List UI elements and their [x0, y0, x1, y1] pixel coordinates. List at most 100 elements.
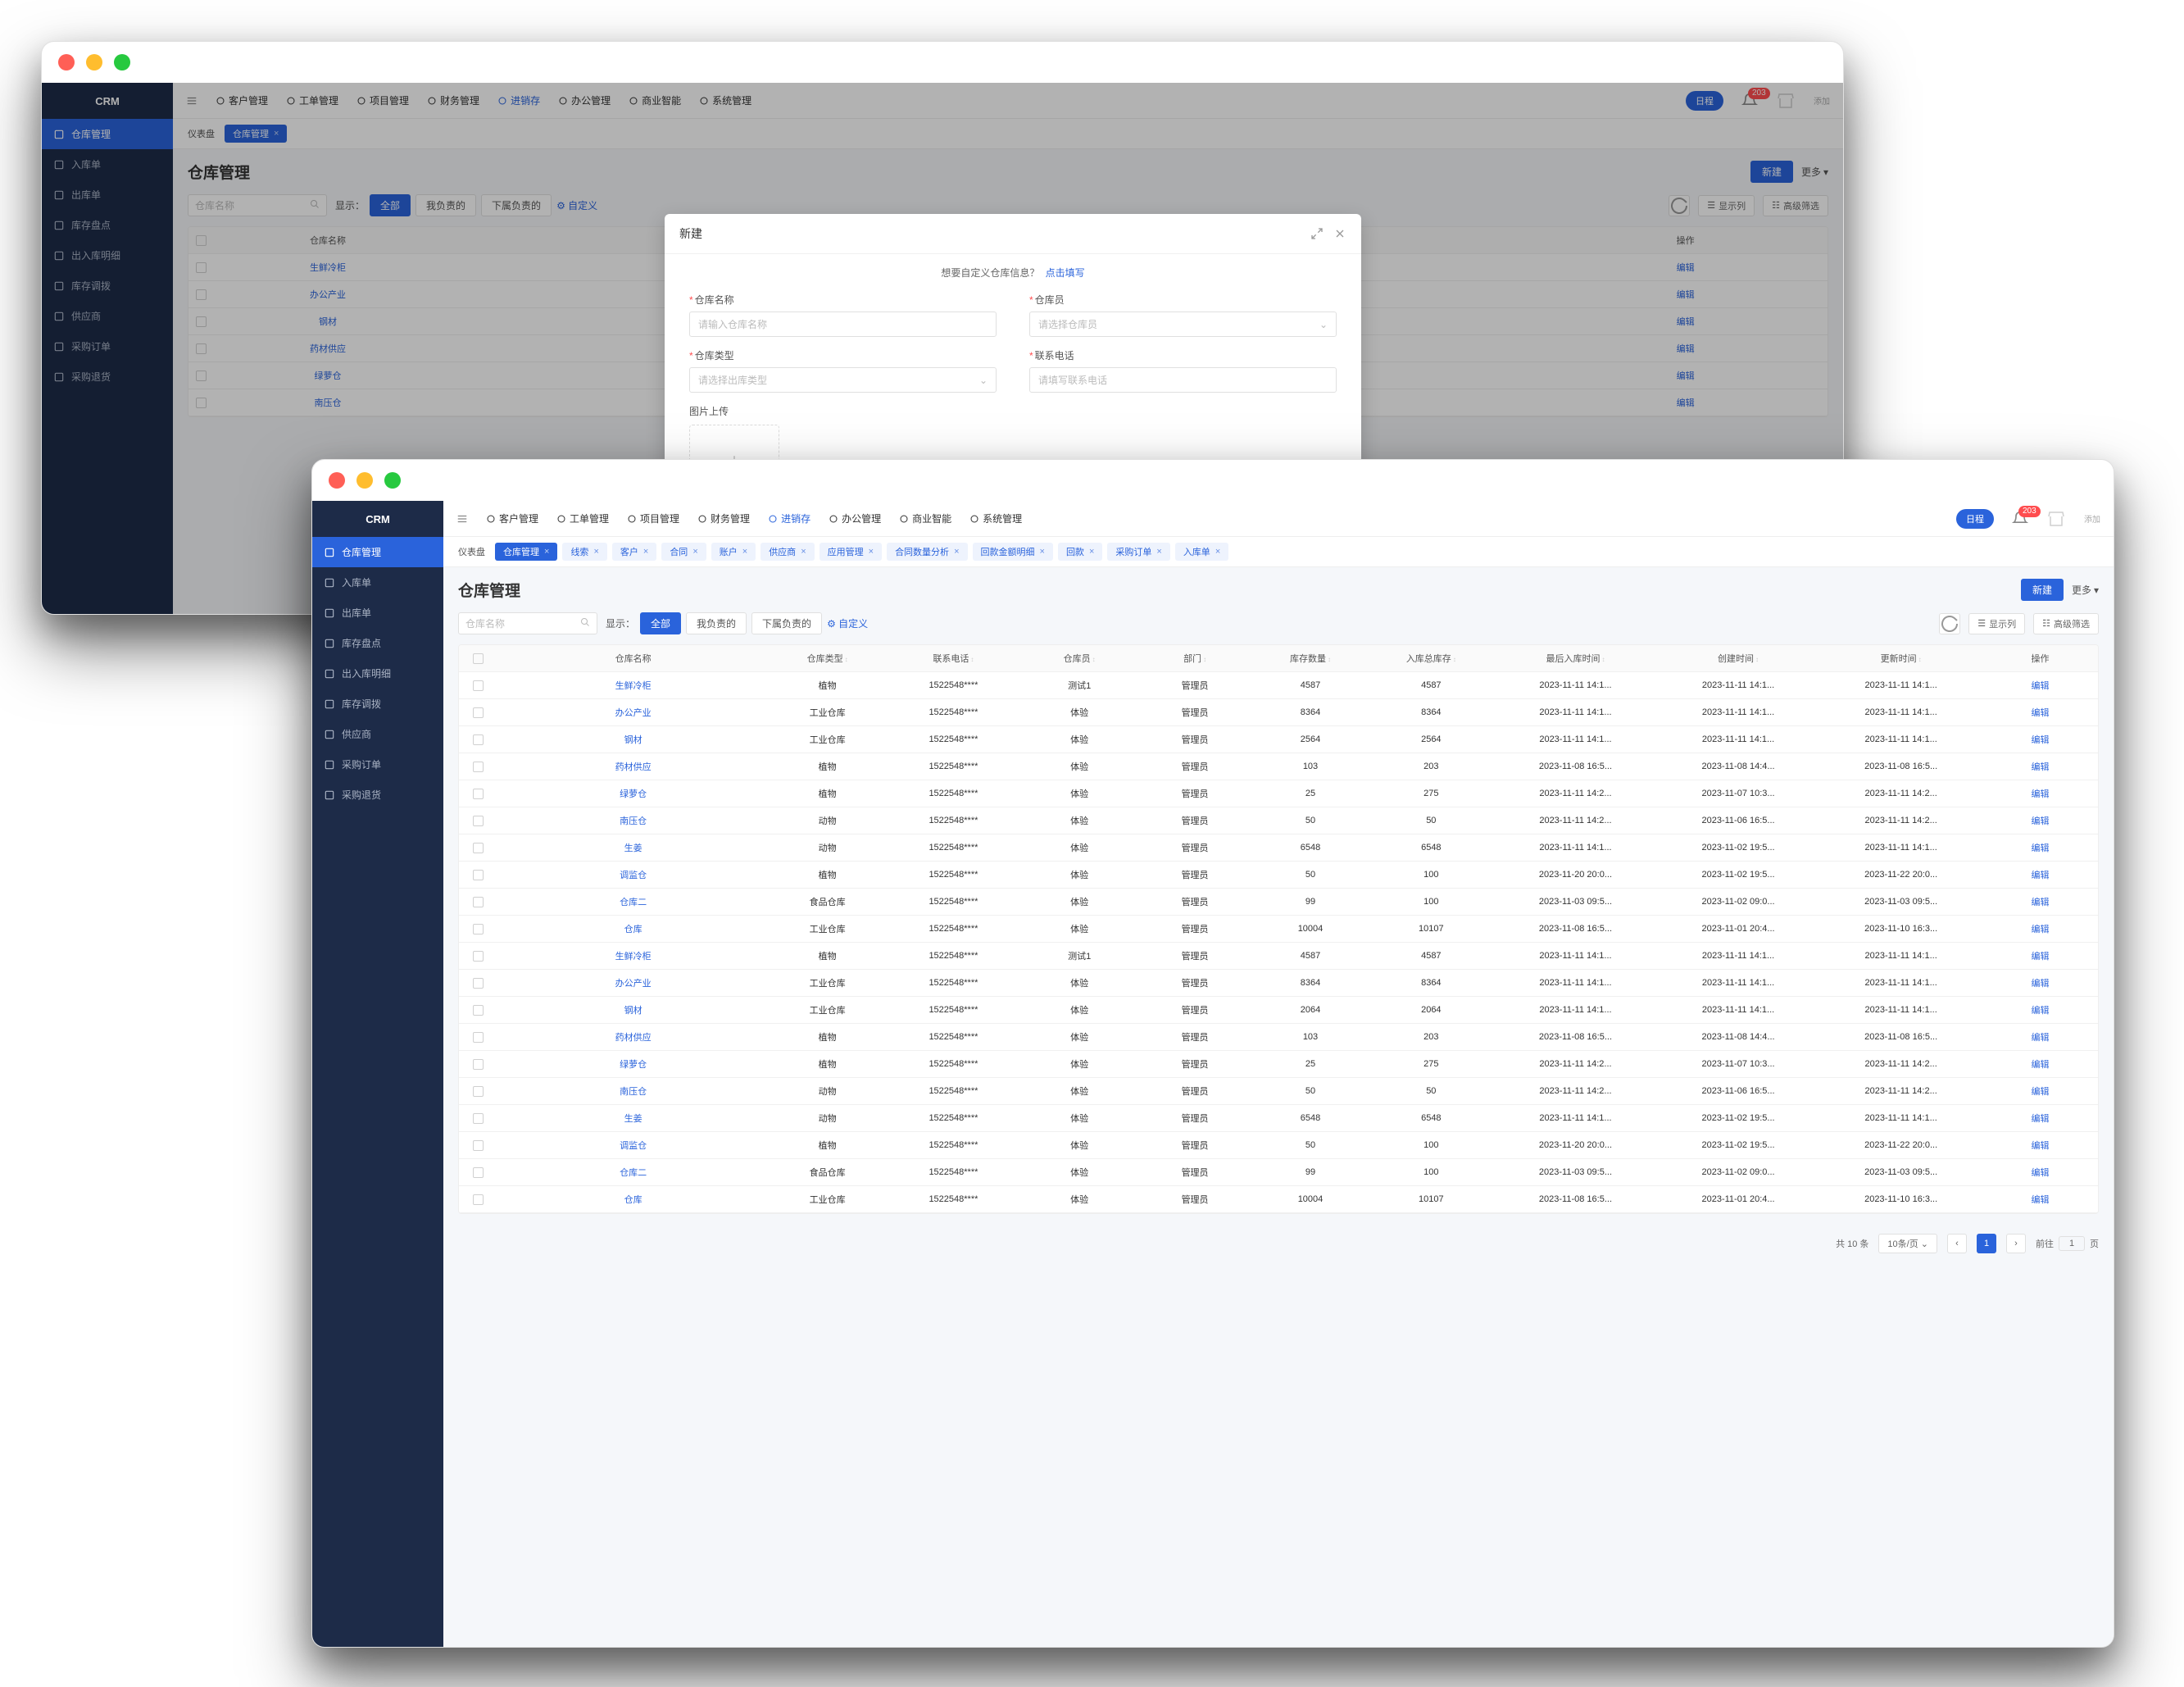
close-icon[interactable]: ×: [643, 547, 648, 557]
search-input[interactable]: 仓库名称: [188, 194, 327, 216]
edit-link[interactable]: 编辑: [1982, 970, 2098, 997]
goto-input[interactable]: 1: [2059, 1236, 2085, 1251]
row-checkbox[interactable]: [473, 1005, 484, 1016]
col-header-0[interactable]: 仓库名称: [497, 645, 770, 672]
sidebar-item-4[interactable]: 出入库明细: [312, 658, 443, 689]
new-button[interactable]: 新建: [2021, 579, 2064, 601]
add-label[interactable]: 添加: [2084, 512, 2100, 525]
storefront-icon[interactable]: [1776, 91, 1796, 111]
tab-chip-2[interactable]: 客户×: [612, 543, 656, 561]
filter-all[interactable]: 全部: [370, 194, 411, 216]
row-checkbox[interactable]: [473, 843, 484, 853]
row-checkbox[interactable]: [196, 398, 207, 408]
row-checkbox[interactable]: [196, 316, 207, 327]
cell-name[interactable]: 仓库二: [497, 889, 770, 916]
tab-chip-7[interactable]: 合同数量分析×: [887, 543, 967, 561]
cell-name[interactable]: 南压仓: [497, 807, 770, 834]
cell-name[interactable]: 南压仓: [213, 389, 443, 416]
edit-link[interactable]: 编辑: [1982, 862, 2098, 889]
cell-name[interactable]: 绿萝仓: [497, 780, 770, 807]
cell-name[interactable]: 药材供应: [497, 753, 770, 780]
col-header-6[interactable]: 入库总库存↕: [1368, 645, 1494, 672]
edit-link[interactable]: 编辑: [1982, 753, 2098, 780]
sidebar-item-4[interactable]: 出入库明细: [42, 240, 173, 271]
tab-chip-1[interactable]: 线索×: [562, 543, 606, 561]
topnav-item-6[interactable]: 商业智能: [629, 93, 681, 107]
tab-chip-11[interactable]: 入库单×: [1175, 543, 1228, 561]
row-checkbox[interactable]: [473, 1059, 484, 1070]
more-button[interactable]: 更多 ▾: [1801, 165, 1828, 179]
sidebar-item-0[interactable]: 仓库管理: [42, 119, 173, 149]
select-all-checkbox[interactable]: [196, 235, 207, 246]
cell-name[interactable]: 生姜: [497, 834, 770, 862]
sidebar-item-2[interactable]: 出库单: [42, 180, 173, 210]
cell-name[interactable]: 钢材: [213, 308, 443, 335]
cell-name[interactable]: 仓库: [497, 916, 770, 943]
tab-chip-9[interactable]: 回款×: [1058, 543, 1102, 561]
search-input[interactable]: 仓库名称: [458, 612, 597, 634]
cell-name[interactable]: 办公产业: [497, 699, 770, 726]
close-icon[interactable]: ×: [742, 547, 747, 557]
next-page[interactable]: ›: [2006, 1234, 2026, 1253]
refresh-icon[interactable]: [1939, 613, 1960, 634]
cell-name[interactable]: 办公产业: [497, 970, 770, 997]
edit-link[interactable]: 编辑: [1982, 672, 2098, 699]
sidebar-item-0[interactable]: 仓库管理: [312, 537, 443, 567]
edit-link[interactable]: 编辑: [1982, 997, 2098, 1024]
row-checkbox[interactable]: [473, 816, 484, 826]
edit-link[interactable]: 编辑: [1982, 1132, 2098, 1159]
edit-link[interactable]: 编辑: [1543, 389, 1828, 416]
close-icon[interactable]: ×: [593, 547, 598, 557]
cell-name[interactable]: 药材供应: [213, 335, 443, 362]
edit-link[interactable]: 编辑: [1982, 726, 2098, 753]
edit-link[interactable]: 编辑: [1543, 308, 1828, 335]
edit-link[interactable]: 编辑: [1982, 834, 2098, 862]
new-button[interactable]: 新建: [1750, 161, 1793, 183]
sidebar-item-3[interactable]: 库存盘点: [42, 210, 173, 240]
sidebar-item-3[interactable]: 库存盘点: [312, 628, 443, 658]
topnav-item-2[interactable]: 项目管理: [627, 512, 679, 525]
tab-chip-5[interactable]: 供应商×: [761, 543, 814, 561]
close-icon[interactable]: ×: [869, 547, 874, 557]
cell-name[interactable]: 绿萝仓: [213, 362, 443, 389]
row-checkbox[interactable]: [196, 262, 207, 273]
edit-link[interactable]: 编辑: [1982, 889, 2098, 916]
row-checkbox[interactable]: [473, 789, 484, 799]
sidebar-item-8[interactable]: 采购退货: [42, 362, 173, 392]
col-header-10[interactable]: 操作: [1982, 645, 2098, 672]
modal-hint-link[interactable]: 点击填写: [1046, 267, 1085, 279]
storefront-icon[interactable]: [2046, 509, 2066, 529]
minimize-dot[interactable]: [86, 54, 102, 70]
edit-link[interactable]: 编辑: [1982, 807, 2098, 834]
row-checkbox[interactable]: [473, 1167, 484, 1178]
tab-chip-active[interactable]: 仓库管理×: [225, 125, 287, 143]
maximize-dot[interactable]: [114, 54, 130, 70]
close-icon[interactable]: ×: [954, 547, 959, 557]
col-header-8[interactable]: 创建时间↕: [1657, 645, 1820, 672]
col-header-2[interactable]: 联系电话↕: [885, 645, 1022, 672]
home-tab[interactable]: 仪表盘: [183, 124, 220, 143]
hamburger-icon[interactable]: [186, 95, 198, 107]
sidebar-item-6[interactable]: 供应商: [42, 301, 173, 331]
bell-icon[interactable]: 203: [2012, 511, 2028, 527]
cell-name[interactable]: 办公产业: [213, 281, 443, 308]
col-header-1[interactable]: 仓库类型↕: [770, 645, 885, 672]
tab-chip-3[interactable]: 合同×: [661, 543, 706, 561]
row-checkbox[interactable]: [196, 289, 207, 300]
filter-sub[interactable]: 下属负责的: [751, 612, 822, 634]
display-columns-btn[interactable]: ☰ 显示列: [1698, 195, 1755, 216]
tab-chip-4[interactable]: 账户×: [711, 543, 756, 561]
tab-chip-6[interactable]: 应用管理×: [820, 543, 882, 561]
log-button[interactable]: 日程: [1686, 91, 1723, 111]
page-1[interactable]: 1: [1977, 1234, 1996, 1253]
topnav-item-4[interactable]: 进销存: [497, 93, 540, 107]
edit-link[interactable]: 编辑: [1982, 1159, 2098, 1186]
cell-name[interactable]: 生姜: [497, 1105, 770, 1132]
row-checkbox[interactable]: [473, 1140, 484, 1151]
topnav-item-1[interactable]: 工单管理: [286, 93, 338, 107]
home-tab[interactable]: 仪表盘: [453, 542, 490, 562]
cell-name[interactable]: 调监仓: [497, 862, 770, 889]
col-header-7[interactable]: 最后入库时间↕: [1494, 645, 1657, 672]
row-checkbox[interactable]: [473, 897, 484, 907]
row-checkbox[interactable]: [473, 680, 484, 691]
